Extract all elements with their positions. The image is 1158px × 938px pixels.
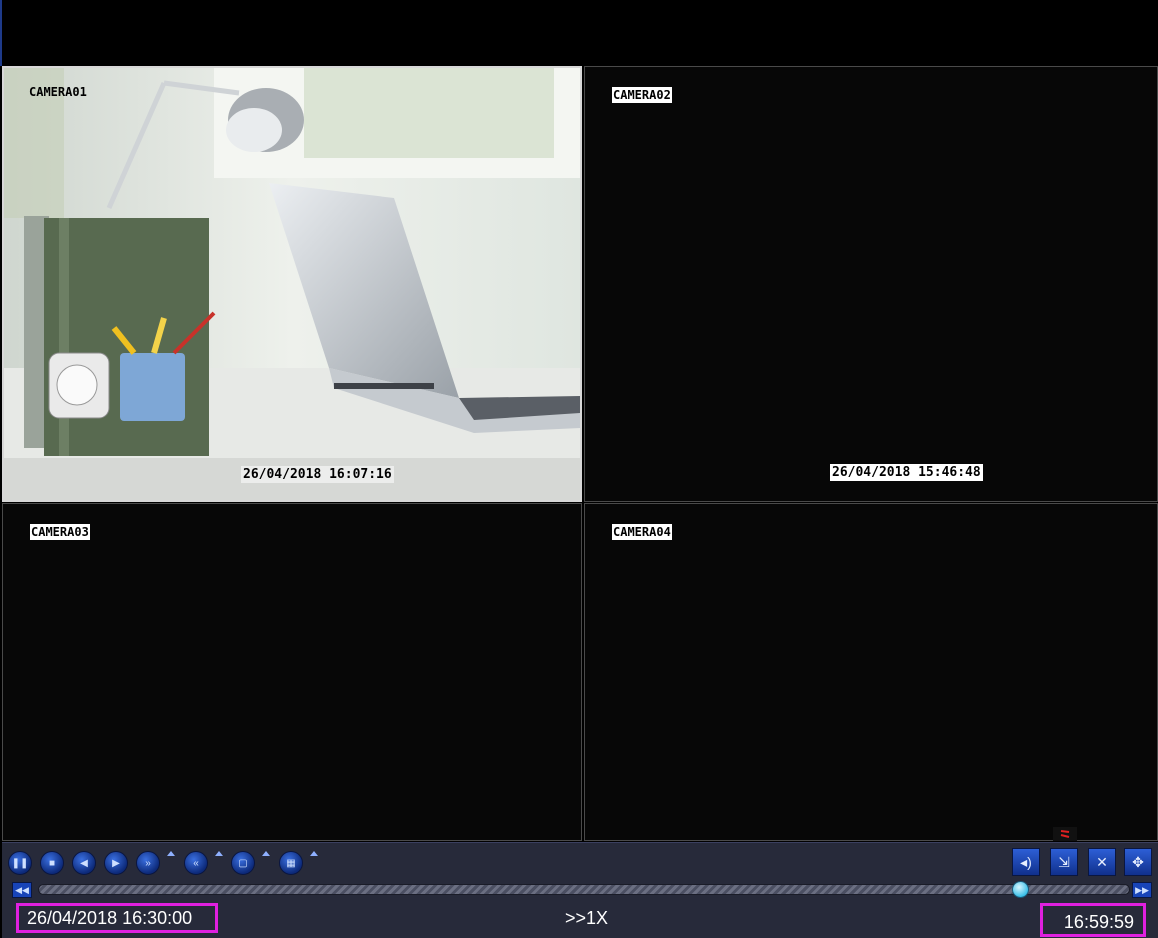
camera-label: CAMERA02 xyxy=(612,87,672,103)
camera-label: CAMERA03 xyxy=(30,524,90,540)
step-back-icon[interactable]: ◀ xyxy=(72,851,96,875)
camera-timestamp: 26/04/2018 16:07:16 xyxy=(241,466,394,483)
move-icon[interactable]: ✥ xyxy=(1124,848,1152,876)
top-black-strip xyxy=(0,0,1158,66)
camera-03-view[interactable]: CAMERA03 xyxy=(2,503,582,841)
playback-speed: >>1X xyxy=(565,908,609,928)
camera-label: CAMERA01 xyxy=(29,85,87,99)
camera-01-scene-image xyxy=(4,68,580,500)
camera-04-view[interactable]: CAMERA04 xyxy=(584,503,1158,841)
rewind-icon[interactable]: « xyxy=(184,851,208,875)
fullscreen-icon[interactable]: ▢ xyxy=(231,851,255,875)
step-forward-icon[interactable]: ▶ xyxy=(104,851,128,875)
playback-start-time: 26/04/2018 16:30:00 xyxy=(16,903,218,933)
skip-to-start-icon[interactable]: ◀◀ xyxy=(12,882,32,898)
camera-label: CAMERA04 xyxy=(612,524,672,540)
playback-control-bar: ❚❚ ■ ◀ ▶ » « ▢ ▦ ◂) ⇲ ✕ ✥ ◀◀ ▶▶ 26/04/20… xyxy=(2,842,1158,938)
volume-icon[interactable]: ◂) xyxy=(1012,848,1040,876)
recording-indicator-icon xyxy=(1053,827,1077,841)
split-view-icon[interactable]: ▦ xyxy=(279,851,303,875)
close-icon[interactable]: ✕ xyxy=(1088,848,1116,876)
skip-to-end-icon[interactable]: ▶▶ xyxy=(1132,882,1152,898)
camera-02-view[interactable]: CAMERA02 26/04/2018 15:46:48 xyxy=(584,66,1158,502)
stop-icon[interactable]: ■ xyxy=(40,851,64,875)
backup-icon[interactable]: ⇲ xyxy=(1050,848,1078,876)
camera-01-view[interactable]: CAMERA01 26/04/2018 16:07:16 xyxy=(2,66,582,502)
speed-down-caret-icon[interactable] xyxy=(215,851,223,856)
camera-timestamp: 26/04/2018 15:46:48 xyxy=(830,464,983,481)
fast-forward-icon[interactable]: » xyxy=(136,851,160,875)
pause-icon[interactable]: ❚❚ xyxy=(8,851,32,875)
playback-progress-thumb[interactable] xyxy=(1012,881,1030,898)
speed-up-caret-icon[interactable] xyxy=(167,851,175,856)
split-caret-icon[interactable] xyxy=(310,851,318,856)
playback-progress-track[interactable] xyxy=(38,884,1130,895)
playback-end-time: 16:59:59 xyxy=(1040,903,1146,937)
view-caret-icon[interactable] xyxy=(262,851,270,856)
